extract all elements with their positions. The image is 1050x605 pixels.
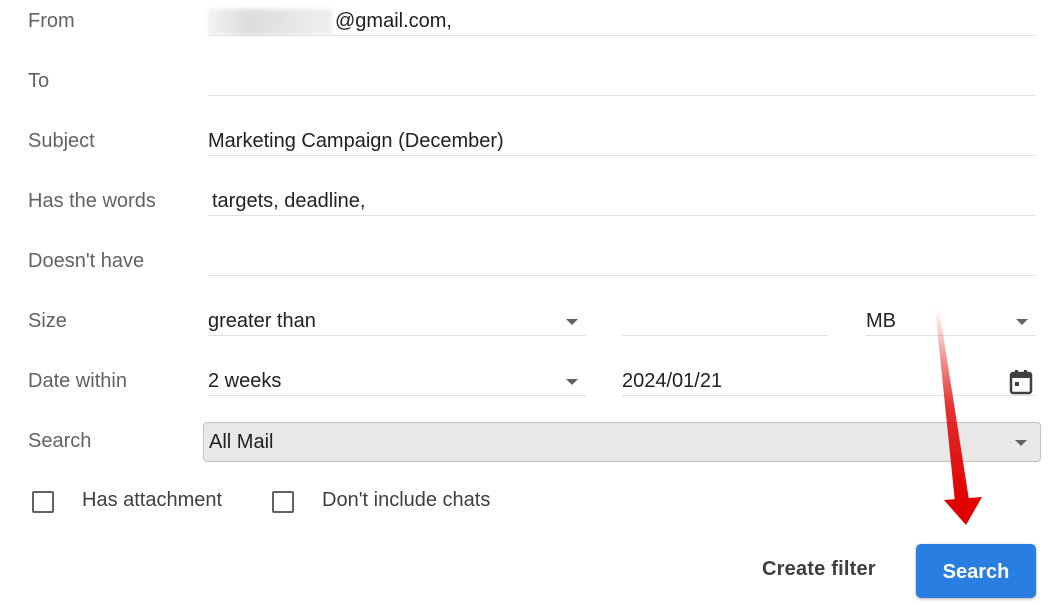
arrow-annotation: [935, 308, 982, 525]
